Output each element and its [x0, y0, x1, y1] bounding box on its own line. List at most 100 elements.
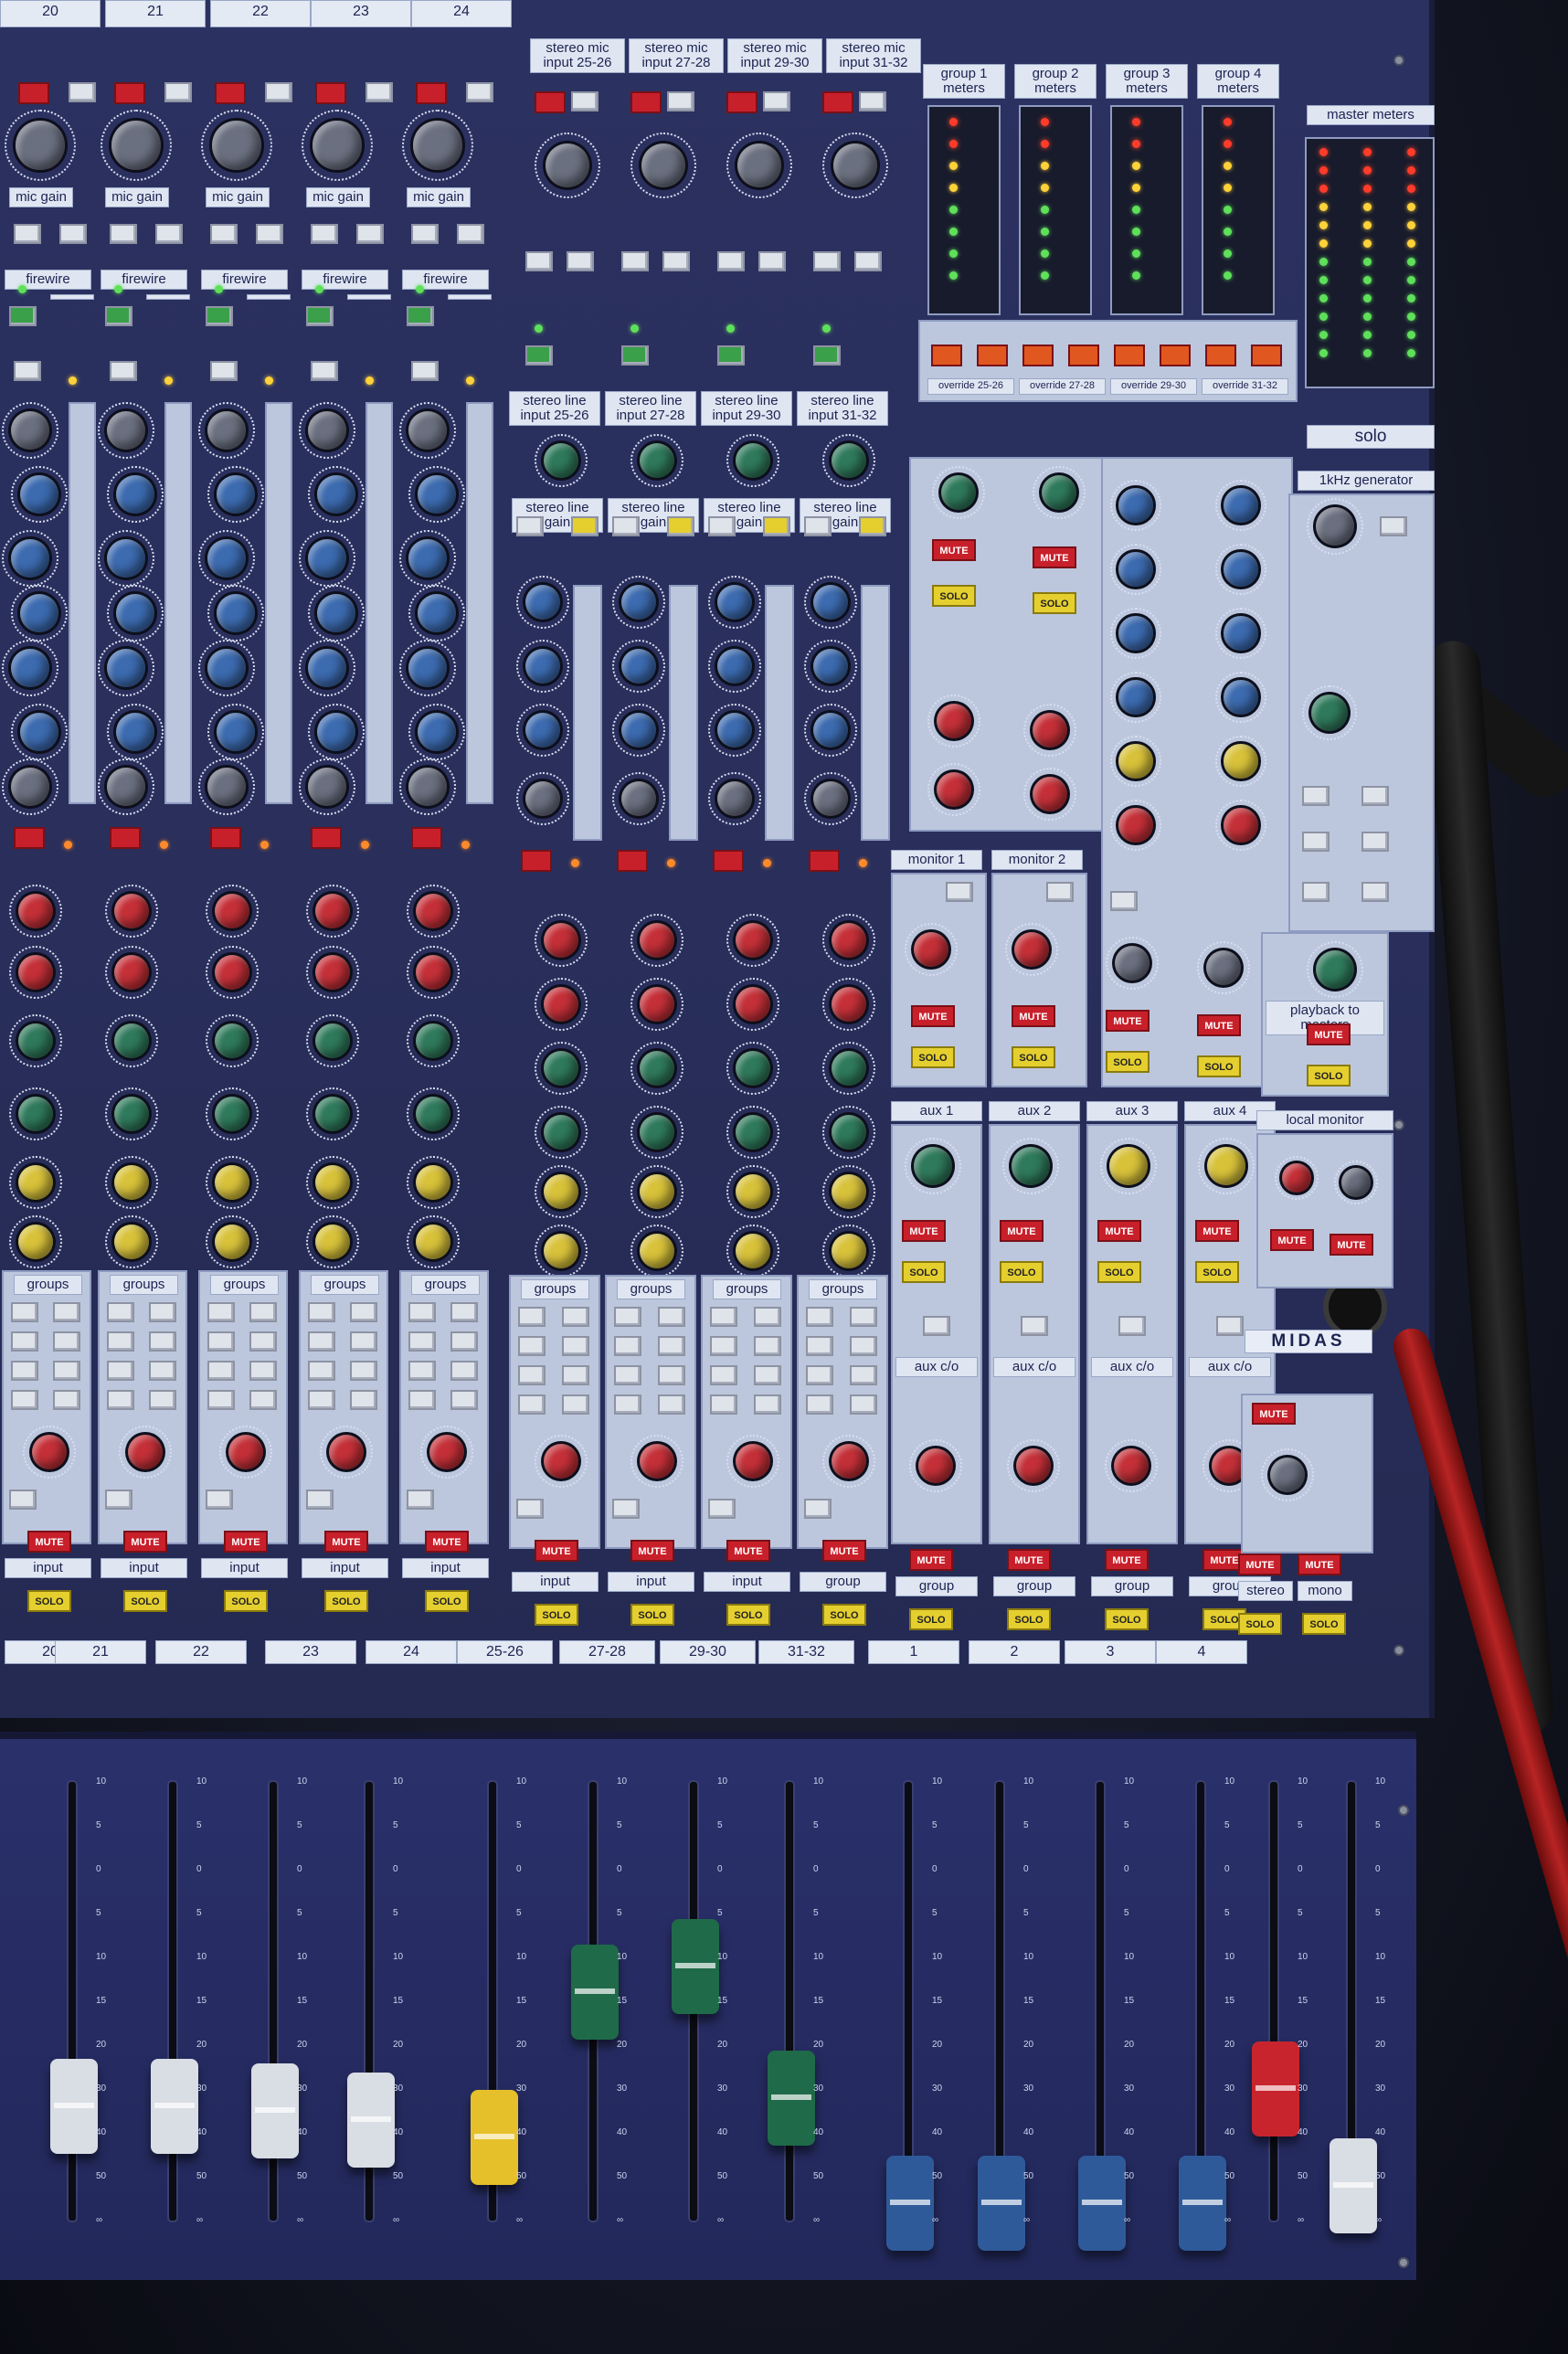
eq-knob[interactable] [98, 530, 154, 587]
stereo-mon-knob[interactable] [535, 914, 588, 967]
group-assign-button[interactable] [53, 1331, 80, 1352]
aux-mute-button[interactable]: MUTE [1000, 1220, 1044, 1242]
stereo-aux-knob[interactable] [630, 1042, 683, 1095]
firewire-assign-button[interactable] [1114, 345, 1145, 366]
matrix1-send-knob[interactable] [1110, 544, 1161, 595]
mon2-knob[interactable] [306, 946, 359, 999]
stereo-aux-knob[interactable] [822, 1165, 875, 1218]
generator-level-knob[interactable] [1307, 498, 1363, 555]
eq-knob[interactable] [98, 402, 154, 459]
group-assign-button[interactable] [562, 1336, 589, 1356]
pad-button[interactable] [366, 82, 393, 102]
hpf-button[interactable] [256, 224, 283, 244]
fader-cap[interactable] [1252, 2041, 1299, 2137]
group-assign-button[interactable] [850, 1394, 877, 1415]
stereo-eq-knob[interactable] [516, 772, 569, 825]
phase-button[interactable] [411, 224, 439, 244]
stereo-eq-knob[interactable] [516, 704, 569, 757]
group-assign-button[interactable] [207, 1361, 235, 1381]
matrix2-level-knob[interactable] [1197, 941, 1250, 994]
return1-solo-button[interactable]: SOLO [932, 585, 976, 607]
aux3-knob[interactable] [306, 1156, 359, 1209]
stereo-aux-knob[interactable] [726, 1106, 779, 1159]
group-assign-button[interactable] [754, 1336, 781, 1356]
mono-solo-button[interactable]: SOLO [1302, 1613, 1346, 1635]
aux3-knob[interactable] [407, 1156, 460, 1209]
fader-cap[interactable] [1330, 2137, 1377, 2233]
mono-sum-button[interactable] [708, 1499, 736, 1519]
eq-knob[interactable] [299, 640, 355, 696]
group-assign-button[interactable] [658, 1394, 685, 1415]
eq-knob[interactable] [11, 585, 68, 642]
group-assign-button[interactable] [11, 1331, 38, 1352]
firewire-assign-button[interactable] [931, 345, 962, 366]
hpf-button[interactable] [567, 251, 594, 271]
group-assign-button[interactable] [107, 1361, 134, 1381]
firewire-button[interactable] [813, 345, 841, 366]
monitor1-return-knob[interactable] [927, 695, 980, 748]
fader-cap[interactable] [151, 2059, 198, 2155]
fader-cap[interactable] [347, 2072, 395, 2168]
group-assign-button[interactable] [249, 1390, 277, 1410]
monitor2-return2-knob[interactable] [1023, 768, 1076, 821]
mono-sum-button[interactable] [612, 1499, 640, 1519]
channel-masters-button[interactable] [612, 516, 640, 536]
group-assign-button[interactable] [149, 1302, 176, 1322]
eq-knob[interactable] [408, 466, 465, 523]
firewire-button[interactable] [407, 306, 434, 326]
eq-knob[interactable] [308, 704, 365, 760]
generator-on-button[interactable] [1380, 516, 1407, 536]
monitor-pre-button[interactable] [946, 882, 973, 902]
group-assign-button[interactable] [207, 1331, 235, 1352]
stereo-aux-knob[interactable] [726, 1042, 779, 1095]
eq-knob[interactable] [198, 640, 255, 696]
group-assign-button[interactable] [850, 1336, 877, 1356]
eq-knob[interactable] [2, 758, 58, 815]
mic-gain-knob[interactable] [5, 110, 76, 181]
group-assign-button[interactable] [658, 1336, 685, 1356]
group-assign-button[interactable] [408, 1331, 436, 1352]
balance-knob[interactable] [822, 1435, 875, 1488]
phantom-48v-button[interactable] [630, 91, 662, 113]
phase-button[interactable] [14, 224, 41, 244]
eq-knob[interactable] [399, 530, 456, 587]
group-assign-button[interactable] [710, 1307, 737, 1327]
stereo-mic-gain-knob[interactable] [822, 133, 888, 198]
eq-knob[interactable] [2, 640, 58, 696]
mon1-knob[interactable] [105, 885, 158, 938]
group-assign-button[interactable] [249, 1302, 277, 1322]
matrix2-send-knob[interactable] [1215, 736, 1266, 787]
aux-pre-button[interactable] [1021, 1316, 1048, 1336]
stereo-eq-knob[interactable] [804, 704, 857, 757]
aux1-knob[interactable] [9, 1014, 62, 1067]
pan-to-groups-button[interactable] [306, 1490, 334, 1510]
firewire-button[interactable] [621, 345, 649, 366]
hpf-button[interactable] [457, 224, 484, 244]
pad-button[interactable] [859, 91, 886, 111]
mic-gain-knob[interactable] [402, 110, 473, 181]
return2-solo-button[interactable]: SOLO [1033, 592, 1076, 614]
monitor2-return-knob[interactable] [927, 763, 980, 816]
eq-in-button[interactable] [411, 827, 442, 849]
group-assign-button[interactable] [614, 1365, 641, 1385]
firewire-assign-button[interactable] [1068, 345, 1099, 366]
eq-knob[interactable] [207, 466, 264, 523]
firewire-assign-button[interactable] [977, 345, 1008, 366]
group-assign-button[interactable] [806, 1394, 833, 1415]
stereo-eq-knob[interactable] [612, 704, 665, 757]
mute-button[interactable]: MUTE [630, 1540, 674, 1562]
group-mute-button[interactable]: MUTE [1007, 1549, 1051, 1571]
group-assign-button[interactable] [308, 1390, 335, 1410]
group-assign-button[interactable] [53, 1361, 80, 1381]
eq-knob[interactable] [299, 402, 355, 459]
eq-knob[interactable] [399, 758, 456, 815]
mono-sum-button[interactable] [516, 1499, 544, 1519]
group-assign-button[interactable] [806, 1307, 833, 1327]
aux-mute-button[interactable]: MUTE [1097, 1220, 1141, 1242]
group-assign-button[interactable] [308, 1361, 335, 1381]
aux2-knob[interactable] [206, 1087, 259, 1140]
solo-button[interactable] [667, 516, 694, 536]
hpf-button[interactable] [155, 224, 183, 244]
stereo-mic-gain-knob[interactable] [630, 133, 696, 198]
stereo-mon-knob[interactable] [630, 978, 683, 1031]
